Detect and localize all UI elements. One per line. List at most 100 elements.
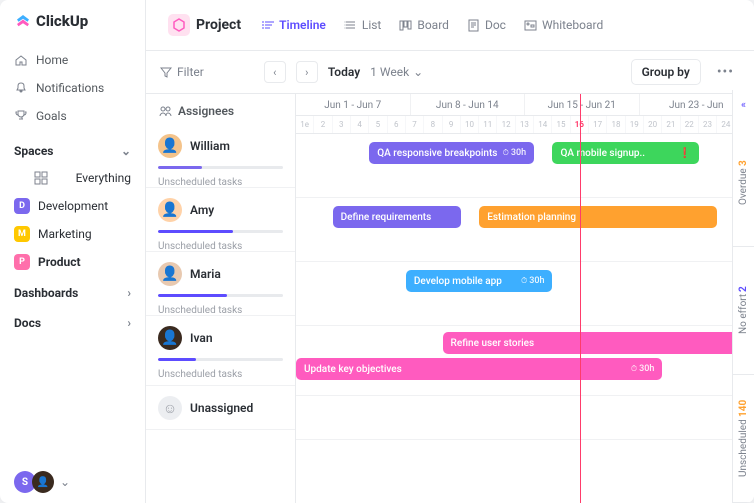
view-tab-board[interactable]: Board	[391, 13, 457, 37]
space-badge: P	[14, 254, 30, 270]
view-tab-timeline[interactable]: Timeline	[253, 13, 334, 37]
chevron-down-icon[interactable]: ⌄	[121, 144, 131, 158]
view-tab-whiteboard[interactable]: Whiteboard	[516, 13, 611, 37]
collapse-rail-button[interactable]: «	[741, 90, 746, 119]
estimate-badge: 30h	[503, 148, 526, 158]
day-header: 9	[443, 116, 461, 133]
task-bar[interactable]: Estimation planning	[479, 206, 717, 228]
unscheduled-label[interactable]: Unscheduled tasks	[158, 241, 283, 252]
groupby-button[interactable]: Group by	[631, 59, 701, 85]
day-header: 17	[589, 116, 607, 133]
day-header: 14	[534, 116, 552, 133]
day-header: 10	[461, 116, 479, 133]
task-bar[interactable]: Update key objectives30h	[296, 358, 662, 380]
project-chip[interactable]: Project	[160, 10, 249, 40]
day-header: 19	[626, 116, 644, 133]
day-header: 13	[516, 116, 534, 133]
filter-button[interactable]: Filter	[160, 65, 204, 79]
sidebar-item-goals[interactable]: Goals	[0, 102, 145, 130]
brand-logo[interactable]: ClickUp	[0, 0, 145, 42]
estimate-badge: 30h	[631, 364, 654, 374]
chevron-down-icon[interactable]: ⌄	[60, 475, 70, 489]
day-header: 3	[333, 116, 351, 133]
day-header: 7	[406, 116, 424, 133]
sidebar-item-notifications[interactable]: Notifications	[0, 74, 145, 102]
timeline-toolbar: Filter ‹ › Today 1 Week ⌄ Group by •••	[146, 51, 754, 94]
space-badge: D	[14, 198, 30, 214]
view-tab-doc[interactable]: Doc	[459, 13, 514, 37]
rail-section-overdue[interactable]: Overdue 3	[733, 119, 754, 247]
day-header: 22	[681, 116, 699, 133]
day-header: 2	[314, 116, 332, 133]
dashboards-header[interactable]: Dashboards ›	[0, 276, 145, 306]
assignee-row[interactable]: 👤William Unscheduled tasks	[146, 124, 295, 188]
avatar[interactable]: 👤	[158, 326, 182, 350]
timeline-lane	[296, 396, 754, 440]
week-header: Jun 1 - Jun 7	[296, 94, 411, 115]
day-header: 5	[369, 116, 387, 133]
today-button[interactable]: Today	[328, 65, 360, 79]
sidebar: ClickUp Home Notifications Goals Spaces …	[0, 0, 146, 503]
assignee-row[interactable]: 👤Maria Unscheduled tasks	[146, 252, 295, 316]
warning-icon: ❗	[679, 148, 691, 159]
view-tab-list[interactable]: List	[336, 13, 390, 37]
doc-icon	[467, 19, 480, 32]
filter-icon	[160, 66, 172, 78]
avatar[interactable]: 👤	[158, 134, 182, 158]
docs-header[interactable]: Docs ›	[0, 306, 145, 336]
rail-section-unscheduled[interactable]: Unscheduled 140	[733, 375, 754, 503]
board-icon	[399, 19, 412, 32]
week-header: Jun 15 - Jun 21	[525, 94, 640, 115]
day-header: 4	[351, 116, 369, 133]
range-selector[interactable]: 1 Week ⌄	[370, 65, 423, 79]
task-bar[interactable]: Develop mobile app30h	[406, 270, 553, 292]
user-avatar-2[interactable]: 👤	[32, 471, 54, 493]
prev-button[interactable]: ‹	[264, 61, 286, 83]
day-header: 11	[479, 116, 497, 133]
day-header: 6	[388, 116, 406, 133]
day-header: 18	[607, 116, 625, 133]
sidebar-item-everything[interactable]: Everything	[0, 164, 145, 192]
avatar[interactable]: 👤	[158, 198, 182, 222]
task-bar[interactable]: Define requirements	[333, 206, 461, 228]
chevron-down-icon: ⌄	[413, 65, 423, 79]
cube-icon	[168, 14, 190, 36]
user-footer: S 👤 ⌄	[0, 461, 145, 503]
sidebar-space-product[interactable]: P Product	[0, 248, 145, 276]
chevron-right-icon[interactable]: ›	[127, 316, 131, 330]
grid-icon	[14, 170, 68, 186]
whiteboard-icon	[524, 19, 537, 32]
estimate-badge: 30h	[521, 276, 544, 286]
timeline-lane: Develop mobile app30h	[296, 262, 754, 326]
rail-section-no effort[interactable]: No effort 2	[733, 247, 754, 375]
brand-name: ClickUp	[36, 12, 88, 30]
sidebar-space-marketing[interactable]: M Marketing	[0, 220, 145, 248]
view-tabs-bar: Project Timeline List Board Doc Whiteboa…	[146, 0, 754, 51]
capacity-bar	[158, 294, 283, 297]
assignee-row[interactable]: ☺Unassigned	[146, 386, 295, 430]
sidebar-item-home[interactable]: Home	[0, 46, 145, 74]
task-bar[interactable]: Refine user stories	[443, 332, 754, 354]
avatar[interactable]: 👤	[158, 262, 182, 286]
assignees-column-header: Assignees	[146, 94, 295, 124]
today-indicator	[580, 94, 581, 503]
right-rail: « Overdue 3 No effort 2 Unscheduled 140	[732, 90, 754, 503]
more-button[interactable]: •••	[711, 60, 740, 84]
bell-icon	[14, 81, 28, 95]
timeline-icon	[261, 19, 274, 32]
task-bar[interactable]: QA responsive breakpoints30h	[369, 142, 534, 164]
assignee-row[interactable]: 👤Amy Unscheduled tasks	[146, 188, 295, 252]
clickup-logo-icon	[14, 12, 32, 30]
next-button[interactable]: ›	[296, 61, 318, 83]
people-icon	[158, 104, 172, 118]
task-bar[interactable]: QA mobile signup..❗	[552, 142, 699, 164]
unscheduled-label[interactable]: Unscheduled tasks	[158, 305, 283, 316]
sidebar-space-development[interactable]: D Development	[0, 192, 145, 220]
unscheduled-label[interactable]: Unscheduled tasks	[158, 177, 283, 188]
chevron-right-icon[interactable]: ›	[127, 286, 131, 300]
spaces-header[interactable]: Spaces ⌄	[0, 134, 145, 164]
trophy-icon	[14, 109, 28, 123]
assignee-row[interactable]: 👤Ivan Unscheduled tasks	[146, 316, 295, 386]
unscheduled-label[interactable]: Unscheduled tasks	[158, 369, 283, 380]
timeline-lane: Refine user stories Update key objectives…	[296, 326, 754, 396]
